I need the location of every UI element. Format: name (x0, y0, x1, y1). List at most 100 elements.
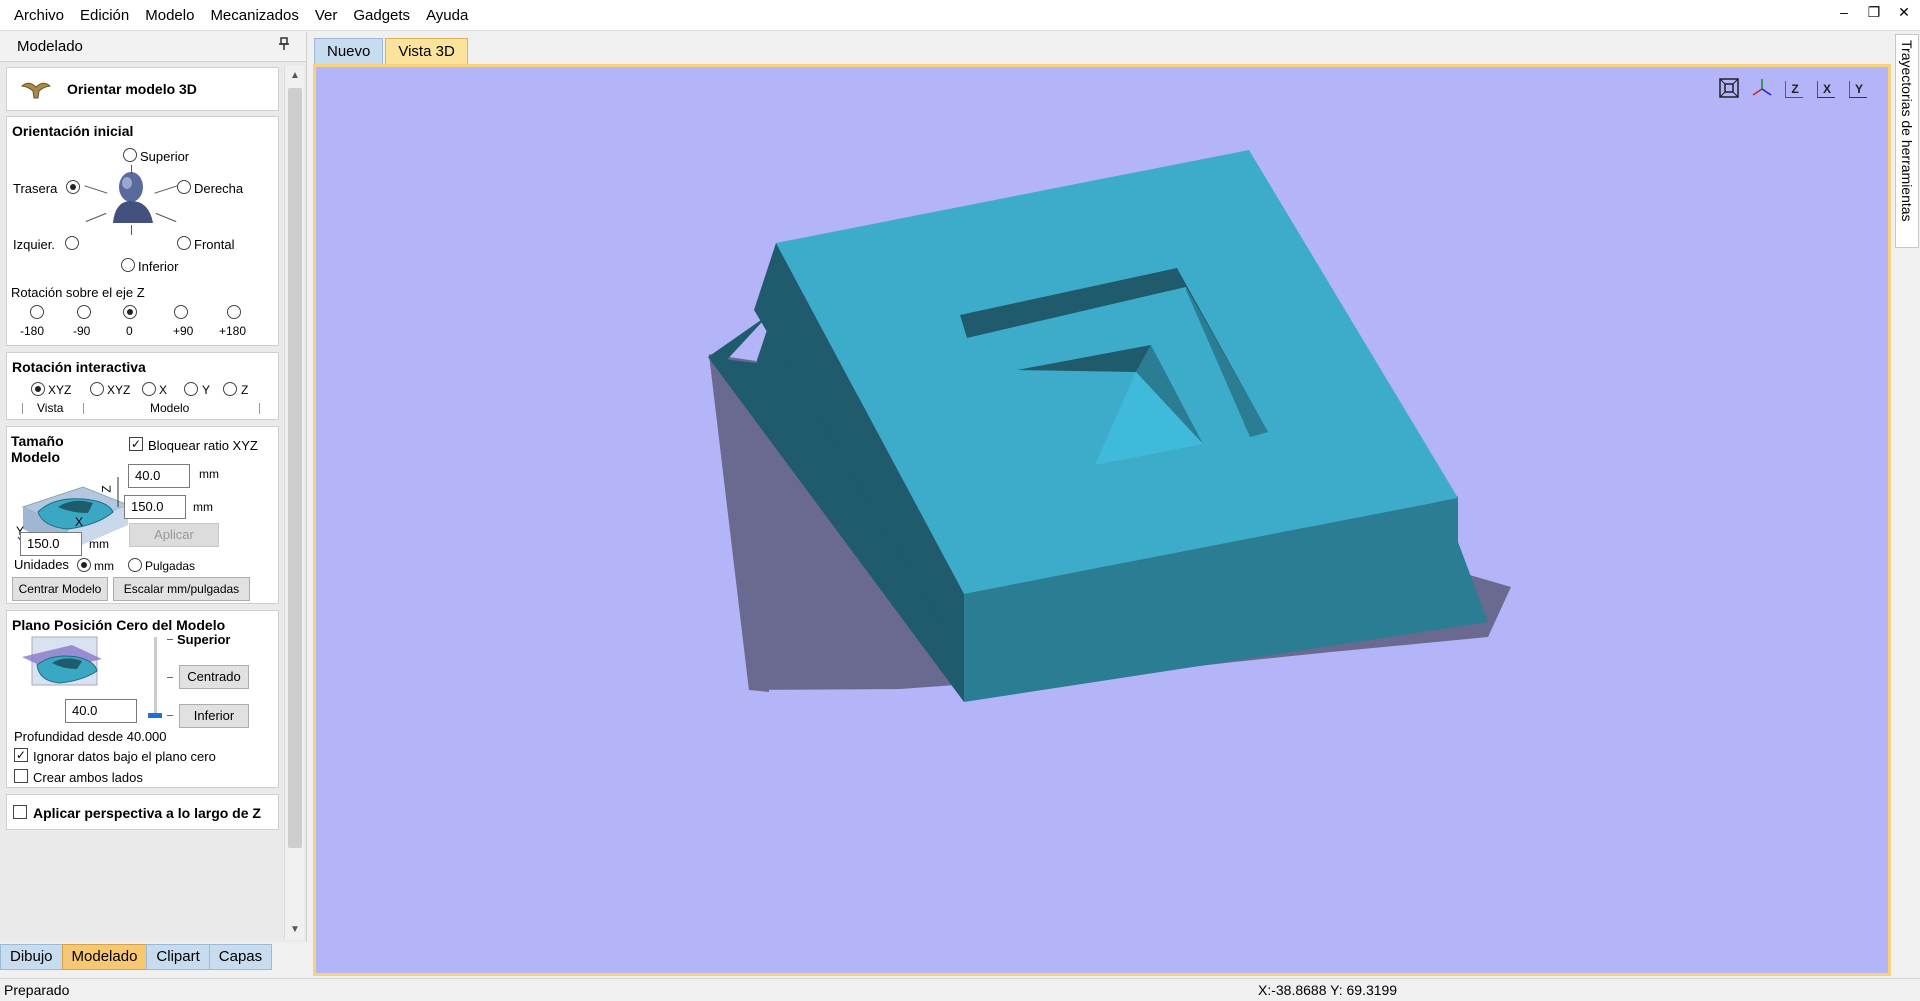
menu-ver[interactable]: Ver (307, 0, 346, 31)
rot-x-label: X (159, 383, 168, 397)
rot-y-label: Y (202, 383, 211, 397)
tab-nuevo[interactable]: Nuevo (314, 38, 384, 64)
menu-modelo[interactable]: Modelo (137, 0, 202, 31)
fit-view-icon[interactable] (1718, 77, 1744, 101)
rot-minus180-radio[interactable] (30, 305, 44, 319)
unit-inches-radio[interactable] (128, 558, 142, 572)
rot-xyz-model-label: XYZ (107, 383, 131, 397)
scroll-down-icon[interactable]: ▼ (285, 920, 305, 940)
rot-x-radio[interactable] (142, 382, 156, 396)
ignore-below-checkbox[interactable]: ✓ (14, 748, 28, 762)
3d-viewport[interactable]: Z X Y (316, 67, 1888, 973)
unit-mm-radio[interactable] (77, 558, 91, 572)
pin-icon[interactable] (278, 32, 290, 62)
rot-0-radio[interactable] (123, 305, 137, 319)
plane-inferior-button[interactable]: Inferior (179, 704, 249, 728)
view-z-icon[interactable]: Z (1782, 77, 1808, 101)
view-x-icon[interactable]: X (1814, 77, 1840, 101)
center-model-button[interactable]: Centrar Modelo (12, 577, 108, 601)
eagle-icon (20, 78, 52, 103)
orient-inferior-radio[interactable] (121, 258, 135, 272)
zero-plane-slider-thumb[interactable] (148, 713, 162, 718)
connector-line (131, 225, 132, 235)
orient-inferior-label: Inferior (138, 259, 179, 274)
rot-y-radio[interactable] (184, 382, 198, 396)
unit-inches-label: Pulgadas (145, 559, 196, 573)
tab-clipart[interactable]: Clipart (146, 944, 210, 970)
orientation-title: Orientación inicial (12, 123, 134, 139)
both-sides-checkbox[interactable] (14, 769, 28, 783)
rot-plus180-label: +180 (219, 324, 247, 338)
size-title-2: Modelo (11, 449, 60, 465)
plane-superior-label: Superior (177, 632, 231, 647)
plane-value-input[interactable]: 40.0 (65, 699, 137, 723)
tab-modelado[interactable]: Modelado (61, 944, 148, 970)
close-icon[interactable]: ✕ (1896, 4, 1912, 21)
menu-archivo[interactable]: Archivo (6, 0, 72, 31)
rot-z-axis-label: Z (241, 383, 249, 397)
size-x-input[interactable]: 150.0 (124, 495, 186, 519)
rot-0-label: 0 (126, 324, 133, 338)
tab-dibujo[interactable]: Dibujo (0, 944, 63, 970)
divider (83, 403, 84, 414)
orient-frontal-label: Frontal (194, 237, 235, 252)
divider (22, 403, 23, 414)
orient-superior-radio[interactable] (123, 148, 137, 162)
scroll-up-icon[interactable]: ▲ (285, 66, 305, 86)
perspective-card: Aplicar perspectiva a lo largo de Z (6, 794, 279, 830)
menu-edicion[interactable]: Edición (72, 0, 137, 31)
model-size-card: Tamaño Modelo ✓ Bloquear ratio XYZ Z X Y… (6, 426, 279, 604)
menu-mecanizados[interactable]: Mecanizados (202, 0, 306, 31)
lock-ratio-checkbox[interactable]: ✓ (129, 437, 143, 451)
size-y-input[interactable]: 150.0 (20, 532, 82, 556)
rot-xyz-model-radio[interactable] (90, 382, 104, 396)
orient-izquierda-radio[interactable] (65, 236, 79, 250)
lock-ratio-label: Bloquear ratio XYZ (148, 438, 258, 453)
connector-line (85, 212, 107, 223)
restore-icon[interactable]: ❐ (1866, 4, 1882, 21)
rot-z-label: Rotación sobre el eje Z (11, 285, 145, 300)
iso-view-icon[interactable] (1750, 77, 1776, 101)
rot-z-radio[interactable] (223, 382, 237, 396)
rot-xyz-view-radio[interactable] (31, 382, 45, 396)
rotation-title: Rotación interactiva (12, 359, 146, 375)
orient-frontal-radio[interactable] (177, 236, 191, 250)
tick (167, 715, 173, 716)
zero-plane-title: Plano Posición Cero del Modelo (12, 617, 226, 633)
scale-units-button[interactable]: Escalar mm/pulgadas (113, 577, 250, 601)
both-sides-label: Crear ambos lados (33, 770, 143, 785)
tab-vista-3d[interactable]: Vista 3D (385, 38, 468, 64)
panel-scrollbar[interactable]: ▲ ▼ (284, 66, 304, 940)
tab-capas[interactable]: Capas (208, 944, 273, 970)
3d-model-scene (708, 150, 1511, 702)
rot-plus180-radio[interactable] (227, 305, 241, 319)
connector-line (155, 212, 177, 223)
bust-image (107, 169, 157, 226)
panel-content: Orientar modelo 3D Orientación inicial S… (0, 64, 282, 942)
rot-plus90-radio[interactable] (174, 305, 188, 319)
zero-plane-slider-track (154, 637, 157, 713)
scroll-thumb[interactable] (288, 88, 302, 848)
menu-ayuda[interactable]: Ayuda (418, 0, 476, 31)
menu-gadgets[interactable]: Gadgets (345, 0, 418, 31)
orient-derecha-radio[interactable] (177, 180, 191, 194)
rot-minus90-radio[interactable] (77, 305, 91, 319)
vista-label: Vista (37, 401, 64, 415)
axis-z-label: Z (99, 485, 114, 493)
apply-button[interactable]: Aplicar (129, 523, 219, 547)
interactive-rotation-card: Rotación interactiva XYZ XYZ X Y Z Vista… (6, 352, 279, 420)
toolpaths-tab-label: Trayectorias de herramientas (1899, 40, 1915, 222)
plane-centrado-button[interactable]: Centrado (179, 665, 249, 689)
minimize-icon[interactable]: – (1836, 4, 1852, 21)
units-label: Unidades (14, 557, 69, 572)
size-title-1: Tamaño (11, 433, 64, 449)
status-text: Preparado (4, 982, 70, 998)
menu-bar: Archivo Edición Modelo Mecanizados Ver G… (0, 0, 1920, 31)
size-z-input[interactable]: 40.0 (128, 464, 190, 488)
perspective-label: Aplicar perspectiva a lo largo de Z (33, 805, 261, 821)
size-x-unit: mm (193, 500, 213, 514)
modelo-label: Modelo (150, 401, 190, 415)
view-y-icon[interactable]: Y (1846, 77, 1872, 101)
perspective-checkbox[interactable] (13, 805, 27, 819)
orient-trasera-radio[interactable] (66, 180, 80, 194)
